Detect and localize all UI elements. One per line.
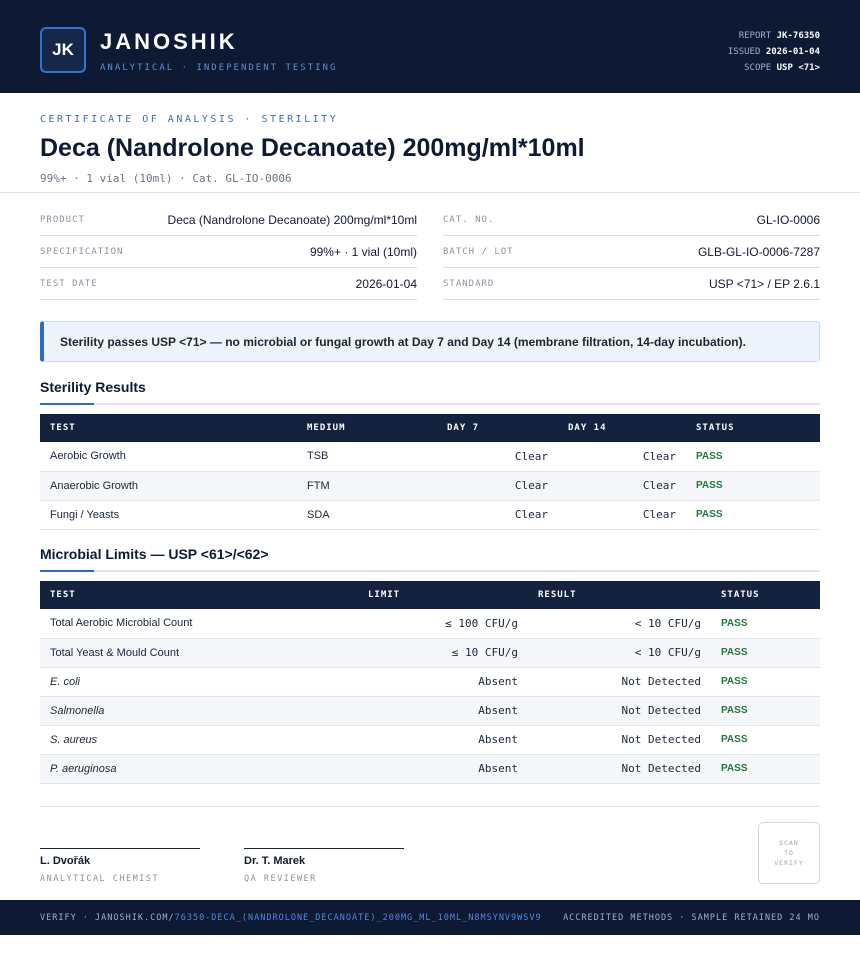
report-header: JK JANOSHIK ANALYTICAL · INDEPENDENT TES… — [0, 0, 860, 93]
table-row: Fungi / Yeasts SDA Clear Clear PASS — [40, 500, 820, 530]
info-right: CAT. NO. GL-IO-0006 BATCH / LOT GLB-GL-I… — [443, 204, 820, 300]
col-header: RESULT — [538, 590, 577, 600]
section-rule — [40, 403, 820, 405]
page-subtitle: 99%+ · 1 vial (10ml) · Cat. GL-IO-0006 — [40, 172, 292, 185]
meta-scope: SCOPE USP <71> — [744, 63, 820, 73]
report-meta: REPORT JK-76350 ISSUED 2026-01-04 SCOPE … — [728, 28, 820, 76]
report-footer: VERIFY · JANOSHIK.COM/76350-DECA_(NANDRO… — [0, 900, 860, 935]
verify-link[interactable]: VERIFY · JANOSHIK.COM/76350-DECA_(NANDRO… — [40, 913, 542, 923]
info-row-product: PRODUCT Deca (Nandrolone Decanoate) 200m… — [40, 204, 417, 236]
page-title: Deca (Nandrolone Decanoate) 200mg/ml*10m… — [40, 134, 585, 162]
table-row: Anaerobic Growth FTM Clear Clear PASS — [40, 471, 820, 501]
document-kicker: CERTIFICATE OF ANALYSIS · STERILITY — [40, 114, 339, 125]
col-header: DAY 14 — [568, 423, 607, 433]
logo: JK — [40, 27, 86, 73]
footer-note: ACCREDITED METHODS · SAMPLE RETAINED 24 … — [563, 912, 820, 923]
meta-report: REPORT JK-76350 — [738, 31, 820, 41]
status-badge: PASS — [686, 500, 820, 530]
table-row: P. aeruginosa Absent Not Detected PASS — [40, 754, 820, 784]
info-left: PRODUCT Deca (Nandrolone Decanoate) 200m… — [40, 204, 417, 300]
info-row-batch: BATCH / LOT GLB-GL-IO-0006-7287 — [443, 236, 820, 268]
status-badge: PASS — [711, 696, 820, 726]
divider — [40, 806, 820, 807]
table-row: Total Aerobic Microbial Count ≤ 100 CFU/… — [40, 609, 820, 639]
info-row-specification: SPECIFICATION 99%+ · 1 vial (10ml) — [40, 236, 417, 268]
col-header: TEST — [50, 423, 76, 433]
status-badge: PASS — [686, 471, 820, 501]
col-header: STATUS — [696, 423, 735, 433]
section-rule — [40, 570, 820, 572]
info-row-cat-no: CAT. NO. GL-IO-0006 — [443, 204, 820, 236]
microbial-section-title: Microbial Limits — USP <61>/<62> — [40, 546, 269, 562]
brand-name: JANOSHIK — [100, 29, 238, 54]
status-badge: PASS — [711, 609, 820, 639]
qr-code[interactable]: SCAN TO VERIFY — [758, 822, 820, 884]
status-badge: PASS — [711, 667, 820, 697]
signature-reviewer: Dr. T. Marek QA REVIEWER — [244, 848, 404, 884]
sterility-section-title: Sterility Results — [40, 379, 146, 395]
microbial-table: TEST LIMIT RESULT STATUS Total Aerobic M… — [40, 581, 820, 784]
table-row: Aerobic Growth TSB Clear Clear PASS — [40, 442, 820, 472]
info-row-test-date: TEST DATE 2026-01-04 — [40, 268, 417, 300]
result-notice: Sterility passes USP <71> — no microbial… — [40, 321, 820, 362]
signature-chemist: L. Dvořák ANALYTICAL CHEMIST — [40, 848, 200, 884]
status-badge: PASS — [686, 442, 820, 472]
status-badge: PASS — [711, 754, 820, 784]
table-row: S. aureus Absent Not Detected PASS — [40, 725, 820, 755]
col-header: LIMIT — [368, 590, 401, 600]
col-header: MEDIUM — [307, 423, 346, 433]
status-badge: PASS — [711, 725, 820, 755]
col-header: DAY 7 — [447, 423, 480, 433]
table-row: Salmonella Absent Not Detected PASS — [40, 696, 820, 726]
divider — [0, 192, 860, 193]
table-row: E. coli Absent Not Detected PASS — [40, 667, 820, 697]
status-badge: PASS — [711, 638, 820, 668]
brand-tagline: ANALYTICAL · INDEPENDENT TESTING — [100, 63, 338, 73]
col-header: STATUS — [721, 590, 760, 600]
table-row: Total Yeast & Mould Count ≤ 10 CFU/g < 1… — [40, 638, 820, 668]
info-row-standard: STANDARD USP <71> / EP 2.6.1 — [443, 268, 820, 300]
sterility-table: TEST MEDIUM DAY 7 DAY 14 STATUS Aerobic … — [40, 414, 820, 530]
meta-issued: ISSUED 2026-01-04 — [727, 47, 820, 57]
col-header: TEST — [50, 590, 76, 600]
